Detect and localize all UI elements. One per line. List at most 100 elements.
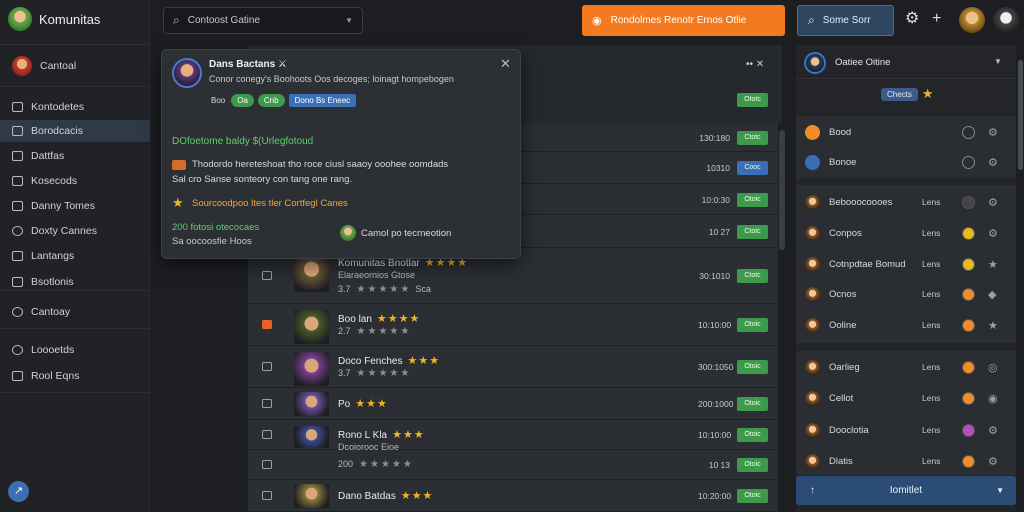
- status-icon[interactable]: [962, 125, 975, 139]
- panel-row[interactable]: Dlatis Lens ⚙: [796, 446, 1016, 476]
- avatar[interactable]: [959, 7, 985, 33]
- collapse-button[interactable]: ↑ Iomitlet ▼: [796, 476, 1016, 505]
- panel-chip[interactable]: Chects ★: [881, 86, 934, 102]
- action-icon[interactable]: ⚙: [988, 424, 998, 437]
- gear-icon[interactable]: ⚙: [905, 10, 919, 28]
- row-action-button[interactable]: Otoic: [737, 318, 768, 332]
- row-checkbox[interactable]: [262, 320, 272, 329]
- sidebar-item-label: Lantangs: [31, 250, 75, 262]
- search-input[interactable]: ⌕ Contoost Gatine ▼: [163, 7, 363, 34]
- action-icon[interactable]: ★: [988, 319, 998, 332]
- status-icon[interactable]: [962, 195, 975, 209]
- row-checkbox[interactable]: [262, 271, 272, 280]
- row-action-button[interactable]: Otoic: [737, 397, 768, 411]
- status-icon[interactable]: [962, 360, 975, 374]
- row-action-button[interactable]: Otoic: [737, 360, 768, 374]
- sidebar-item[interactable]: Borodcacis: [0, 120, 150, 142]
- row-checkbox[interactable]: [262, 430, 272, 439]
- panel-row[interactable]: Ooline Lens ★: [796, 310, 1016, 340]
- sidebar-item[interactable]: Rool Eqns: [0, 365, 150, 387]
- search-button[interactable]: ⌕ Some Sorr: [797, 5, 894, 36]
- status-icon[interactable]: [962, 257, 975, 271]
- panel-row[interactable]: Conpos Lens ⚙: [796, 218, 1016, 248]
- help-icon[interactable]: ↗: [8, 481, 29, 502]
- table-row[interactable]: 200 ★★★★★ 10 13 Otoic: [248, 450, 778, 480]
- panel-row[interactable]: Cellot Lens ◉: [796, 383, 1016, 413]
- table-row[interactable]: Rono L Kla ★★★ Dcoiorooc Eioe 10:10:00 Otoic: [248, 420, 778, 452]
- row-action-button[interactable]: Otoic: [737, 489, 768, 503]
- scrollbar[interactable]: [1018, 60, 1023, 170]
- table-row[interactable]: Boo lan ★★★★ 2.7 ★★★★★ 10:10:00 Otoic: [248, 304, 778, 346]
- sidebar-item[interactable]: Doxty Cannes: [0, 220, 150, 242]
- status-icon[interactable]: [962, 454, 975, 468]
- sidebar-item[interactable]: Loooetds: [0, 339, 150, 361]
- popup-link[interactable]: Camol po tecrneotion: [361, 228, 451, 239]
- sidebar-item[interactable]: Danny Tomes: [0, 195, 150, 217]
- panel-row-label: Ocnos: [829, 288, 857, 300]
- sidebar-item[interactable]: Lantangs: [0, 245, 150, 267]
- action-icon[interactable]: ⚙: [988, 455, 998, 468]
- gear-icon[interactable]: ⚙: [988, 126, 998, 139]
- status-icon[interactable]: [962, 155, 975, 169]
- sidebar-item[interactable]: Dattfas: [0, 145, 150, 167]
- row-title[interactable]: Rono L Kla ★★★: [338, 428, 425, 441]
- avatar[interactable]: [993, 7, 1019, 33]
- chip[interactable]: Boo: [209, 94, 227, 107]
- action-icon[interactable]: ◉: [988, 392, 998, 405]
- panel-row[interactable]: Bebooocoooes Lens ⚙: [796, 187, 1016, 217]
- table-row[interactable]: Dano Batdas ★★★ 10:20:00 Otoic: [248, 480, 778, 512]
- gear-icon[interactable]: ⚙: [988, 156, 998, 169]
- row-action-button[interactable]: Ctotc: [737, 130, 768, 145]
- sidebar-item[interactable]: Cantoay: [0, 301, 150, 323]
- rating-value: 2.7: [338, 326, 351, 336]
- row-action-button[interactable]: Ctotc: [737, 269, 768, 283]
- action-icon[interactable]: ◆: [988, 288, 996, 301]
- panel-row[interactable]: Bonoe ⚙: [796, 147, 1016, 177]
- chip[interactable]: Dono Bs Eneec: [288, 94, 357, 107]
- action-icon[interactable]: ★: [988, 258, 998, 271]
- row-checkbox[interactable]: [262, 362, 272, 371]
- panel-row[interactable]: Dooclotia Lens ⚙: [796, 415, 1016, 445]
- chip[interactable]: Oa: [231, 94, 254, 107]
- sidebar-item[interactable]: Kosecods: [0, 170, 150, 192]
- panel-row[interactable]: Oarlieg Lens ◎: [796, 352, 1016, 382]
- row-action-button[interactable]: Ctotc: [737, 224, 768, 239]
- status-icon[interactable]: [962, 226, 975, 240]
- more-icon[interactable]: •• ✕: [746, 59, 764, 70]
- scrollbar[interactable]: [779, 130, 785, 250]
- chevron-down-icon[interactable]: ▼: [994, 57, 1002, 66]
- chip[interactable]: Cnb: [257, 94, 285, 107]
- row-checkbox[interactable]: [262, 399, 272, 408]
- row-title[interactable]: Dano Batdas ★★★: [338, 489, 433, 502]
- action-icon[interactable]: ◎: [988, 361, 998, 374]
- header-action-button[interactable]: Ototc: [737, 93, 768, 107]
- panel-row[interactable]: Bood ⚙: [796, 117, 1016, 147]
- table-row[interactable]: Doco Fenches ★★★ 3.7 ★★★★★ 300:1050 Otoic: [248, 346, 778, 388]
- chevron-down-icon[interactable]: ▼: [345, 16, 353, 25]
- row-action-button[interactable]: Otoic: [737, 428, 768, 442]
- sidebar-user[interactable]: Cantoal: [0, 55, 150, 77]
- status-icon[interactable]: [962, 423, 975, 437]
- status-icon[interactable]: [962, 391, 975, 405]
- row-title[interactable]: Po ★★★: [338, 397, 388, 410]
- row-checkbox[interactable]: [262, 460, 272, 469]
- action-icon[interactable]: ⚙: [988, 196, 998, 209]
- status-icon[interactable]: [962, 287, 975, 301]
- panel-row[interactable]: Cotnpdtae Bomud Lens ★: [796, 249, 1016, 279]
- table-row[interactable]: Po ★★★ 200:1000 Otoic: [248, 388, 778, 420]
- plus-icon[interactable]: +: [932, 10, 941, 28]
- row-action-button[interactable]: Otoic: [737, 458, 768, 472]
- avatar: [805, 422, 820, 438]
- panel-row[interactable]: Ocnos Lens ◆: [796, 279, 1016, 309]
- announcement-button[interactable]: ◉ Rondolmes Renotr Ernos Otlie: [582, 5, 785, 36]
- status-icon[interactable]: [962, 318, 975, 332]
- row-checkbox[interactable]: [262, 491, 272, 500]
- action-icon[interactable]: ⚙: [988, 227, 998, 240]
- sidebar-item[interactable]: Kontodetes: [0, 96, 150, 118]
- row-title[interactable]: Boo lan ★★★★: [338, 312, 420, 325]
- app-brand[interactable]: Komunitas: [8, 6, 100, 32]
- row-action-button[interactable]: Otoic: [737, 192, 768, 207]
- row-title[interactable]: Doco Fenches ★★★: [338, 354, 440, 367]
- row-action-button[interactable]: Cooc: [737, 161, 768, 175]
- close-icon[interactable]: ✕: [500, 56, 511, 72]
